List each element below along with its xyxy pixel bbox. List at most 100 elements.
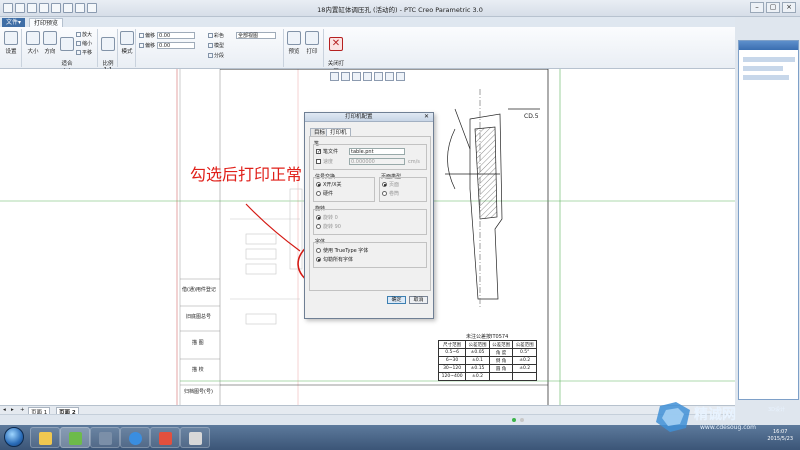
color-icon bbox=[208, 33, 213, 38]
outline-all-fonts-radio[interactable]: 勾勒所有字体 bbox=[316, 256, 353, 263]
rotation-0-radio[interactable]: 旋转 0 bbox=[316, 214, 338, 221]
direction-icon bbox=[43, 31, 57, 45]
model-icon bbox=[208, 43, 213, 48]
browser-window bbox=[738, 40, 799, 400]
zoom-in-button[interactable]: 放大 bbox=[76, 31, 92, 38]
ratio-icon bbox=[101, 37, 115, 51]
zoom-out-button[interactable]: 缩小 bbox=[76, 40, 92, 47]
ok-button[interactable]: 确定 bbox=[387, 296, 406, 304]
taskbar-app[interactable] bbox=[180, 427, 210, 448]
sheet-icon[interactable] bbox=[385, 72, 394, 81]
sheet-nav-next-icon[interactable]: ▸ bbox=[11, 407, 14, 413]
minimize-button[interactable]: – bbox=[750, 2, 764, 13]
taskbar-explorer[interactable] bbox=[30, 427, 60, 448]
pen-file-checkbox[interactable]: ✓ 笔文件 bbox=[316, 148, 338, 155]
mode-icon bbox=[120, 31, 134, 45]
segment-icon bbox=[208, 53, 213, 58]
pan-icon bbox=[76, 50, 81, 55]
pen-file-input[interactable]: table.pnt bbox=[349, 148, 405, 155]
speed-checkbox[interactable]: 速度 bbox=[316, 158, 333, 165]
dialog-close-button[interactable]: ✕ bbox=[422, 114, 431, 121]
offset-y-icon bbox=[139, 43, 144, 48]
offset-x-field[interactable]: 偏移 0.00 bbox=[139, 32, 196, 39]
table-row: 30~120 ±0.15 圆 角 ±0.2 bbox=[437, 364, 537, 373]
tolerance-table: 尺寸范围 公差范围 公差范围 公差范围 0.5~6 ±0.05 角 度 0.5°… bbox=[437, 340, 537, 381]
tab-printer[interactable]: 打印机 bbox=[326, 128, 351, 136]
pan-button[interactable]: 平移 bbox=[76, 49, 92, 56]
taskbar-creo[interactable] bbox=[60, 427, 90, 448]
title-bar: 18内置缸体调压孔 (活动的) - PTC Creo Parametric 3.… bbox=[0, 0, 800, 17]
status-idle-icon bbox=[520, 418, 524, 422]
sheet-tabs-bar: ◂ ▸ + 页面 1 页面 2 bbox=[0, 405, 735, 417]
maximize-button[interactable]: ▢ bbox=[766, 2, 780, 13]
offset-x-icon bbox=[139, 33, 144, 38]
ratio-button[interactable]: 比例 1:1 bbox=[100, 31, 116, 73]
drawing-canvas[interactable]: 借(通)用件登记 旧底图总号 描 图 描 校 归档图号(号) CD.5 未注公差… bbox=[0, 69, 735, 405]
drawing-toolbar bbox=[330, 72, 405, 81]
tolerance-caption: 未注公差按IT0574 bbox=[466, 334, 509, 340]
print-button[interactable]: 打印 bbox=[304, 31, 320, 55]
preview-icon bbox=[287, 31, 301, 45]
close-button[interactable]: × bbox=[782, 2, 796, 13]
start-button[interactable] bbox=[4, 427, 24, 447]
settings-icon bbox=[4, 31, 18, 45]
cancel-button[interactable]: 取消 bbox=[409, 296, 428, 304]
side-label-1: 借(通)用件登记 bbox=[182, 287, 216, 293]
settings-app-icon bbox=[99, 432, 112, 445]
taskbar-media[interactable] bbox=[150, 427, 180, 448]
annotation-text: 勾选后打印正常 bbox=[190, 165, 303, 184]
signal-xonxoff-radio[interactable]: X开/X关 bbox=[316, 181, 342, 188]
watermark-brand: 精诚网 bbox=[694, 407, 736, 423]
table-row: 120~400 ±0.2 bbox=[437, 372, 537, 381]
display-style-icon[interactable] bbox=[374, 72, 383, 81]
mode-button[interactable]: 模式 bbox=[119, 31, 135, 55]
view-select[interactable]: 全部视图 bbox=[236, 32, 276, 39]
color-option[interactable]: 彩色 bbox=[208, 32, 224, 39]
truetype-font-radio[interactable]: 使用 TrueType 字体 bbox=[316, 247, 368, 254]
folder-icon bbox=[39, 432, 52, 445]
direction-button[interactable]: 方向 bbox=[42, 31, 58, 55]
sheet-add-icon[interactable]: + bbox=[20, 407, 25, 413]
preview-button[interactable]: 预览 bbox=[286, 31, 302, 55]
creo-icon bbox=[69, 432, 82, 445]
status-bar bbox=[0, 414, 735, 425]
tab-file[interactable]: 文件▾ bbox=[2, 18, 26, 27]
ribbon-tabs: 文件▾ 打印预览 bbox=[0, 17, 800, 27]
drawing-note-cd: CD.5 bbox=[524, 113, 539, 120]
ribbon: 设置 大小 方向 适合 大小 放大 缩小 平移 比例 1:1 模式 偏移0.00 bbox=[0, 27, 735, 96]
tab-print-preview[interactable]: 打印预览 bbox=[29, 18, 64, 27]
taskbar-ie[interactable] bbox=[120, 427, 150, 448]
side-label-2: 旧底图总号 bbox=[186, 314, 212, 320]
status-ok-icon bbox=[512, 418, 516, 422]
side-label-4: 描 校 bbox=[192, 367, 204, 373]
dialog-title: 打印机配置 bbox=[305, 113, 433, 122]
page-type-roll-radio[interactable]: 卷筒 bbox=[382, 190, 399, 197]
settings-button[interactable]: 设置 bbox=[3, 31, 19, 55]
repaint-icon[interactable] bbox=[363, 72, 372, 81]
size-button[interactable]: 大小 bbox=[25, 31, 41, 55]
fit-icon bbox=[60, 37, 74, 51]
printer-config-dialog: 打印机配置 ✕ 目标 打印机 笔 ✓ 笔文件 table.pnt 速度 0.000… bbox=[304, 112, 434, 319]
offset-y-field[interactable]: 偏移 0.00 bbox=[139, 42, 196, 49]
signal-hardware-radio[interactable]: 硬件 bbox=[316, 190, 333, 197]
rotation-90-radio[interactable]: 旋转 90 bbox=[316, 223, 341, 230]
table-row: 尺寸范围 公差范围 公差范围 公差范围 bbox=[437, 340, 537, 349]
media-icon bbox=[159, 432, 172, 445]
segment-option[interactable]: 分段 bbox=[208, 52, 224, 59]
annotation-icon[interactable] bbox=[396, 72, 405, 81]
printer-icon bbox=[305, 31, 319, 45]
browser-icon bbox=[129, 432, 142, 445]
model-option[interactable]: 模型 bbox=[208, 42, 224, 49]
watermark-url: www.cdesoug.com bbox=[700, 424, 757, 431]
app-icon bbox=[189, 432, 202, 445]
size-icon bbox=[26, 31, 40, 45]
sheet-nav-prev-icon[interactable]: ◂ bbox=[3, 407, 6, 413]
page-type-page-radio[interactable]: 页面 bbox=[382, 181, 399, 188]
taskbar-settings[interactable] bbox=[90, 427, 120, 448]
watermark-sub: 3D设计 bbox=[768, 407, 786, 413]
refit-icon[interactable] bbox=[330, 72, 339, 81]
speed-input[interactable]: 0.000000 bbox=[349, 158, 405, 165]
zoom-out-small-icon[interactable] bbox=[352, 72, 361, 81]
side-label-5: 归档图号(号) bbox=[184, 389, 213, 395]
zoom-in-small-icon[interactable] bbox=[341, 72, 350, 81]
